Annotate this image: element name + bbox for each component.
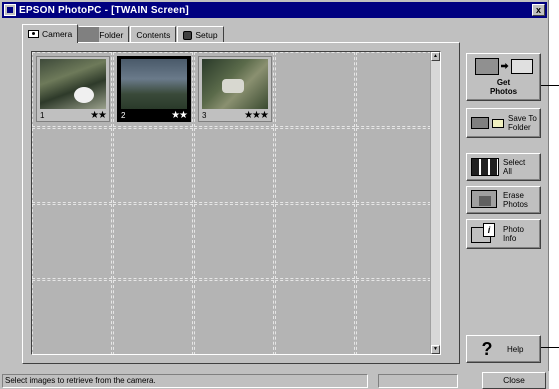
camera-to-computer-icon xyxy=(473,58,535,76)
empty-cell xyxy=(194,280,274,354)
tab-label: Contents xyxy=(136,30,171,40)
tab-camera[interactable]: Camera xyxy=(22,24,79,43)
select-all-icon xyxy=(471,158,499,176)
photo-thumbnail-selected[interactable]: 2 ★★ xyxy=(117,56,191,122)
thumbnail-cell[interactable]: 1 ★★ xyxy=(32,52,112,127)
photo-number: 1 xyxy=(40,111,45,120)
tab-contents[interactable]: Contents xyxy=(25,26,177,93)
select-all-button[interactable]: Select All xyxy=(466,153,541,181)
photo-image xyxy=(202,59,268,109)
empty-cell xyxy=(356,280,436,354)
save-to-folder-icon xyxy=(471,115,505,131)
get-photos-label: Get Photos xyxy=(489,78,518,96)
photo-rating-stars: ★★★ xyxy=(244,110,269,121)
camera-icon xyxy=(28,30,39,38)
progress-bar xyxy=(378,374,458,388)
erase-photos-button[interactable]: Erase Photos xyxy=(466,186,541,214)
photo-image xyxy=(40,59,106,109)
help-button[interactable]: ? Help xyxy=(466,335,541,363)
photo-rating-stars: ★★ xyxy=(90,110,107,121)
window-title: EPSON PhotoPC - [TWAIN Screen] xyxy=(19,4,189,16)
app-window: EPSON PhotoPC - [TWAIN Screen] x Camera … xyxy=(0,0,549,389)
title-bar[interactable]: EPSON PhotoPC - [TWAIN Screen] x xyxy=(2,2,547,18)
empty-cell xyxy=(32,128,112,203)
erase-photos-label: Erase Photos xyxy=(503,191,528,209)
empty-cell xyxy=(275,204,355,279)
empty-cell xyxy=(275,280,355,354)
photo-info-icon: i xyxy=(471,223,499,245)
app-icon[interactable] xyxy=(4,4,16,16)
empty-cell xyxy=(194,128,274,203)
empty-cell xyxy=(356,128,436,203)
empty-cell xyxy=(194,204,274,279)
empty-cell xyxy=(32,280,112,354)
photo-info-button[interactable]: i Photo Info xyxy=(466,219,541,249)
save-to-folder-label: Save To Folder xyxy=(508,114,537,132)
question-mark-icon: ? xyxy=(481,338,493,359)
tab-label: Setup xyxy=(195,30,218,40)
callout-line xyxy=(541,347,559,348)
empty-cell xyxy=(32,204,112,279)
select-all-label: Select All xyxy=(503,158,526,176)
tab-setup[interactable]: Setup xyxy=(177,26,224,43)
tab-strip: Camera Folder Contents Setup xyxy=(22,24,225,93)
status-bar: Select images to retrieve from the camer… xyxy=(0,371,549,389)
empty-cell xyxy=(356,52,436,127)
photo-thumbnail[interactable]: 1 ★★ xyxy=(36,56,110,122)
status-message: Select images to retrieve from the camer… xyxy=(2,374,368,388)
tab-label: Camera xyxy=(42,29,73,39)
empty-cell xyxy=(356,204,436,279)
erase-photos-icon xyxy=(471,190,499,210)
empty-cell xyxy=(275,128,355,203)
thumbnail-cell[interactable]: 2 ★★ xyxy=(113,52,193,127)
thumbnail-grid[interactable]: 1 ★★ 2 ★★ 3 ★★★ ▲ ▼ xyxy=(31,51,441,355)
tab-label: Folder xyxy=(99,30,124,40)
photo-info-label: Photo Info xyxy=(503,225,524,243)
window-close-button[interactable]: x xyxy=(532,4,545,16)
empty-cell xyxy=(275,52,355,127)
save-to-folder-button[interactable]: Save To Folder xyxy=(466,108,541,138)
photo-number: 2 xyxy=(121,111,126,120)
photo-number: 3 xyxy=(202,111,207,120)
thumbnail-cell[interactable]: 3 ★★★ xyxy=(194,52,274,127)
photo-image xyxy=(121,59,187,109)
settings-icon xyxy=(183,30,193,40)
vertical-scrollbar[interactable]: ▲ ▼ xyxy=(430,52,440,354)
scroll-up-arrow-icon[interactable]: ▲ xyxy=(431,52,440,61)
empty-cell xyxy=(113,128,193,203)
photo-rating-stars: ★★ xyxy=(171,110,188,121)
get-photos-button[interactable]: Get Photos xyxy=(466,53,541,101)
callout-line xyxy=(541,85,559,86)
scroll-down-arrow-icon[interactable]: ▼ xyxy=(431,345,440,354)
empty-cell xyxy=(113,204,193,279)
help-label: Help xyxy=(507,344,524,354)
empty-cell xyxy=(113,280,193,354)
camera-panel: 1 ★★ 2 ★★ 3 ★★★ ▲ ▼ xyxy=(22,42,460,364)
photo-thumbnail[interactable]: 3 ★★★ xyxy=(198,56,272,122)
close-button[interactable]: Close xyxy=(482,372,546,389)
